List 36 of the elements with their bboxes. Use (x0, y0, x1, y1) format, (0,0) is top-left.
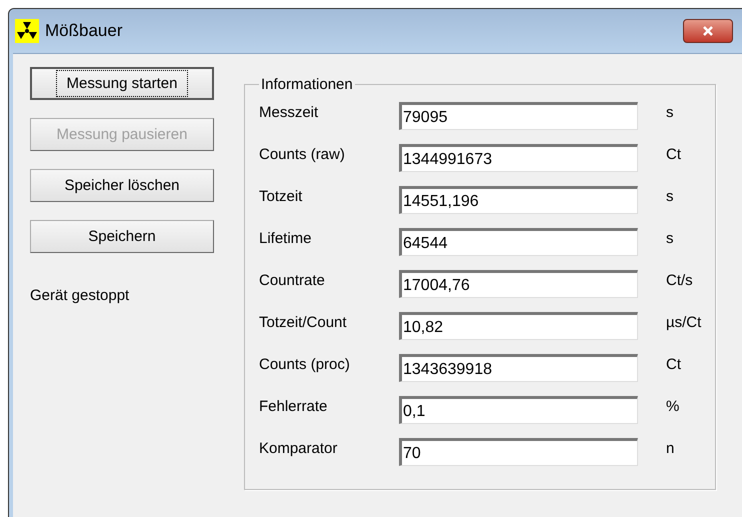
field-label: Countrate (259, 272, 326, 288)
radiation-icon (15, 19, 39, 43)
unit-label: Ct (666, 356, 681, 372)
unit-label: s (666, 104, 674, 120)
window-title: Mößbauer (45, 21, 122, 41)
unit-label: % (666, 398, 680, 414)
unit-label: µs/Ct (666, 314, 702, 330)
group-title: Informationen (260, 76, 354, 93)
field-label: Fehlerrate (259, 398, 328, 414)
close-icon (701, 25, 715, 37)
value-field[interactable]: 17004,76 (399, 270, 638, 298)
value-field[interactable]: 70 (399, 438, 638, 466)
field-label: Messzeit (259, 104, 320, 120)
value-field[interactable]: 1343639918 (399, 354, 638, 382)
field-label: Komparator (259, 440, 338, 456)
push-button[interactable]: Messung starten (30, 67, 214, 100)
value-field[interactable]: 0,1 (399, 396, 638, 424)
unit-label: s (666, 188, 674, 204)
close-button[interactable] (683, 19, 733, 43)
field-label: Totzeit/Count (259, 314, 348, 330)
value-field[interactable]: 10,82 (399, 312, 638, 340)
field-label: Counts (raw) (259, 146, 346, 162)
push-button[interactable]: Speicher löschen (30, 169, 214, 202)
field-label: Counts (proc) (259, 356, 351, 372)
unit-label: Ct (666, 146, 681, 162)
unit-label: n (666, 440, 674, 456)
push-button[interactable]: Speichern (30, 220, 214, 253)
value-field[interactable]: 64544 (399, 228, 638, 256)
value-field[interactable]: 14551,196 (399, 186, 638, 214)
field-label: Lifetime (259, 230, 313, 246)
value-field[interactable]: 1344991673 (399, 144, 638, 172)
value-field[interactable]: 79095 (399, 102, 638, 130)
unit-label: s (666, 230, 674, 246)
status-text: Gerät gestoppt (30, 287, 130, 304)
unit-label: Ct/s (666, 272, 693, 288)
field-label: Totzeit (259, 188, 304, 204)
